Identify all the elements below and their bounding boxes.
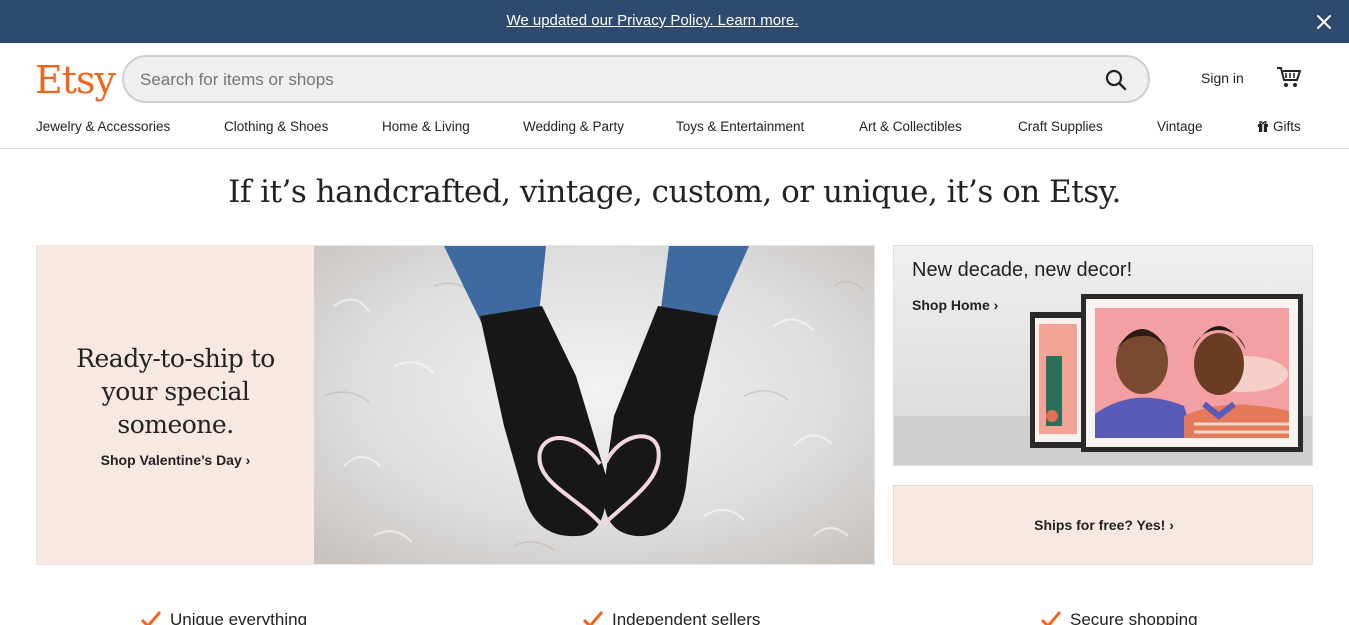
decor-promo[interactable]: New decade, new decor! Shop Home › [893, 245, 1313, 466]
checkmark-icon [1040, 611, 1062, 625]
category-clothing-shoes[interactable]: Clothing & Shoes [224, 119, 328, 134]
privacy-policy-link[interactable]: We updated our Privacy Policy. Learn mor… [0, 12, 1305, 29]
search-icon[interactable] [1104, 68, 1128, 92]
feature-label: Secure shopping [1070, 610, 1198, 625]
site-header: Etsy Sign in Jewelry & Accessories Cloth… [0, 43, 1349, 149]
page-tagline: If it’s handcrafted, vintage, custom, or… [228, 174, 1121, 210]
sign-in-link[interactable]: Sign in [1201, 70, 1244, 86]
feature-unique: Unique everything [140, 610, 307, 625]
slippers-image [314, 246, 874, 564]
category-home-living[interactable]: Home & Living [382, 119, 470, 134]
close-icon[interactable] [1315, 13, 1333, 31]
category-gifts[interactable]: Gifts [1257, 119, 1301, 134]
feature-label: Unique everything [170, 610, 308, 625]
search-bar [122, 55, 1150, 103]
privacy-banner: We updated our Privacy Policy. Learn mor… [0, 0, 1349, 43]
search-input[interactable] [140, 68, 1080, 92]
hero-title: Ready-to-ship to your special someone. [76, 344, 275, 439]
hero-text-panel: Ready-to-ship to your special someone. S… [37, 246, 314, 564]
checkmark-icon [140, 611, 162, 625]
valentines-hero[interactable]: Ready-to-ship to your special someone. S… [36, 245, 875, 565]
gift-icon [1258, 121, 1268, 132]
category-jewelry-accessories[interactable]: Jewelry & Accessories [36, 119, 170, 134]
category-toys-entertainment[interactable]: Toys & Entertainment [676, 119, 804, 134]
category-art-collectibles[interactable]: Art & Collectibles [859, 119, 962, 134]
category-gifts-label: Gifts [1273, 119, 1301, 134]
free-shipping-label: Ships for free? Yes! › [1034, 517, 1174, 533]
category-craft-supplies[interactable]: Craft Supplies [1018, 119, 1103, 134]
category-wedding-party[interactable]: Wedding & Party [523, 119, 624, 134]
category-nav: Jewelry & Accessories Clothing & Shoes H… [36, 119, 1306, 139]
checkmark-icon [582, 611, 604, 625]
cart-icon[interactable] [1276, 65, 1302, 89]
feature-secure: Secure shopping [1040, 610, 1198, 625]
free-shipping-promo[interactable]: Ships for free? Yes! › [893, 485, 1313, 565]
feature-independent: Independent sellers [582, 610, 760, 625]
decor-title: New decade, new decor! [912, 259, 1133, 281]
feature-label: Independent sellers [612, 610, 761, 625]
shop-home-link[interactable]: Shop Home › [912, 297, 998, 313]
shop-valentines-link[interactable]: Shop Valentine’s Day › [37, 452, 314, 468]
etsy-logo[interactable]: Etsy [35, 58, 116, 102]
category-vintage[interactable]: Vintage [1157, 119, 1203, 134]
